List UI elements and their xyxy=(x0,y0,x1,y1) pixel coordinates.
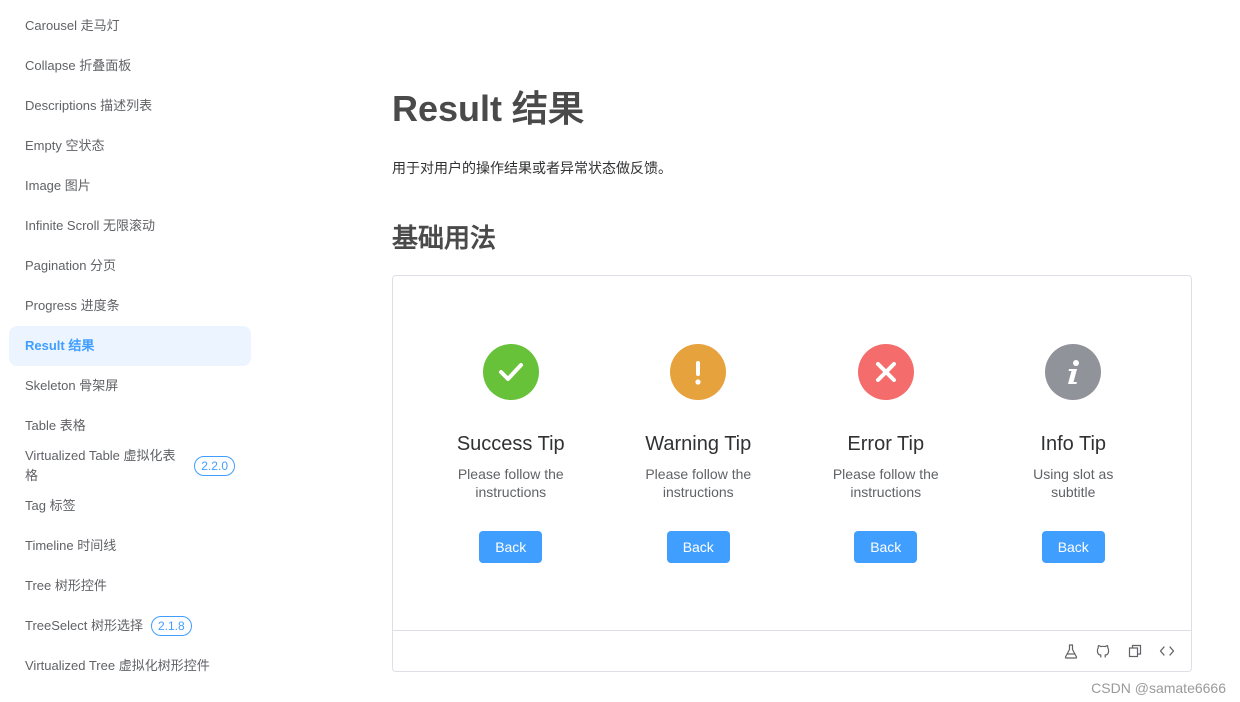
github-icon[interactable] xyxy=(1095,643,1111,659)
version-badge: 2.2.0 xyxy=(194,456,235,476)
sidebar-item-label: Descriptions 描述列表 xyxy=(25,98,153,113)
result-success: Success Tip Please follow the instructio… xyxy=(417,276,605,630)
result-title: Warning Tip xyxy=(645,433,752,455)
sidebar-item-label: Tag 标签 xyxy=(25,498,76,513)
demo-box: Success Tip Please follow the instructio… xyxy=(392,275,1192,672)
sidebar-item-label: Table 表格 xyxy=(25,418,86,433)
result-subtitle: Please follow the instructions xyxy=(457,466,564,500)
sidebar-item-label: Image 图片 xyxy=(25,178,91,193)
sidebar-item-label: Progress 进度条 xyxy=(25,298,120,313)
watermark: CSDN @samate6666 xyxy=(1091,680,1226,696)
check-icon xyxy=(482,344,539,400)
sidebar-item-label: Timeline 时间线 xyxy=(25,538,117,553)
sidebar-item-virtualized-table[interactable]: Virtualized Table 虚拟化表格 2.2.0 xyxy=(9,446,251,486)
result-warning: Warning Tip Please follow the instructio… xyxy=(605,276,793,630)
sidebar-item-label: Skeleton 骨架屏 xyxy=(25,378,119,393)
sidebar-item-label: Result 结果 xyxy=(25,338,95,353)
sidebar-item-label: Collapse 折叠面板 xyxy=(25,58,132,73)
sidebar-item-label: Carousel 走马灯 xyxy=(25,18,120,33)
result-title: Error Tip xyxy=(847,433,925,455)
back-button[interactable]: Back xyxy=(1041,531,1105,563)
sidebar-item-label: Virtualized Table 虚拟化表格 xyxy=(25,448,176,483)
page-description: 用于对用户的操作结果或者异常状态做反馈。 xyxy=(392,160,672,176)
back-button[interactable]: Back xyxy=(479,531,543,563)
sidebar-item-descriptions[interactable]: Descriptions 描述列表 xyxy=(9,86,251,126)
sidebar-item-label: Tree 树形控件 xyxy=(25,578,107,593)
sidebar-item-image[interactable]: Image 图片 xyxy=(9,166,251,206)
nav-list: Carousel 走马灯 Collapse 折叠面板 Descriptions … xyxy=(0,0,262,686)
version-badge: 2.1.8 xyxy=(151,616,192,636)
close-icon xyxy=(857,344,914,400)
sidebar-item-label: Empty 空状态 xyxy=(25,138,105,153)
result-subtitle: Please follow the instructions xyxy=(645,466,752,500)
sidebar-item-label: Virtualized Tree 虚拟化树形控件 xyxy=(25,658,210,673)
sidebar-item-collapse[interactable]: Collapse 折叠面板 xyxy=(9,46,251,86)
sidebar-item-tag[interactable]: Tag 标签 xyxy=(9,486,251,526)
copy-icon[interactable] xyxy=(1127,643,1143,659)
result-subtitle: Using slot as subtitle xyxy=(1033,466,1114,500)
sidebar-item-timeline[interactable]: Timeline 时间线 xyxy=(9,526,251,566)
code-icon[interactable] xyxy=(1159,643,1175,659)
sidebar-item-pagination[interactable]: Pagination 分页 xyxy=(9,246,251,286)
result-title: Info Tip xyxy=(1040,433,1107,455)
result-error: Error Tip Please follow the instructions… xyxy=(792,276,980,630)
sidebar-item-tree[interactable]: Tree 树形控件 xyxy=(9,566,251,606)
demo-content: Success Tip Please follow the instructio… xyxy=(393,276,1191,631)
section-title: 基础用法 xyxy=(392,223,497,253)
sidebar-item-virtualized-tree[interactable]: Virtualized Tree 虚拟化树形控件 xyxy=(9,646,251,686)
sidebar-nav: Carousel 走马灯 Collapse 折叠面板 Descriptions … xyxy=(0,0,262,702)
sidebar-item-tree-select[interactable]: TreeSelect 树形选择 2.1.8 xyxy=(9,606,251,646)
demo-toolbar xyxy=(393,631,1191,671)
sidebar-item-label: Pagination 分页 xyxy=(25,258,117,273)
sidebar-item-label: Infinite Scroll 无限滚动 xyxy=(25,218,156,233)
sidebar-item-skeleton[interactable]: Skeleton 骨架屏 xyxy=(9,366,251,406)
result-subtitle: Please follow the instructions xyxy=(832,466,939,500)
sidebar-item-table[interactable]: Table 表格 xyxy=(9,406,251,446)
info-icon xyxy=(1045,344,1102,400)
sidebar-item-result[interactable]: Result 结果 xyxy=(9,326,251,366)
sidebar-item-carousel[interactable]: Carousel 走马灯 xyxy=(9,6,251,46)
flask-icon[interactable] xyxy=(1063,643,1079,659)
sidebar-item-label: TreeSelect 树形选择 xyxy=(25,618,143,633)
back-button[interactable]: Back xyxy=(666,531,730,563)
sidebar-item-empty[interactable]: Empty 空状态 xyxy=(9,126,251,166)
sidebar-item-infinite-scroll[interactable]: Infinite Scroll 无限滚动 xyxy=(9,206,251,246)
result-info: Info Tip Using slot as subtitle Back xyxy=(980,276,1168,630)
page-title: Result 结果 xyxy=(392,88,585,129)
sidebar-item-progress[interactable]: Progress 进度条 xyxy=(9,286,251,326)
back-button[interactable]: Back xyxy=(854,531,918,563)
result-title: Success Tip xyxy=(456,433,565,455)
exclamation-icon xyxy=(670,344,727,400)
